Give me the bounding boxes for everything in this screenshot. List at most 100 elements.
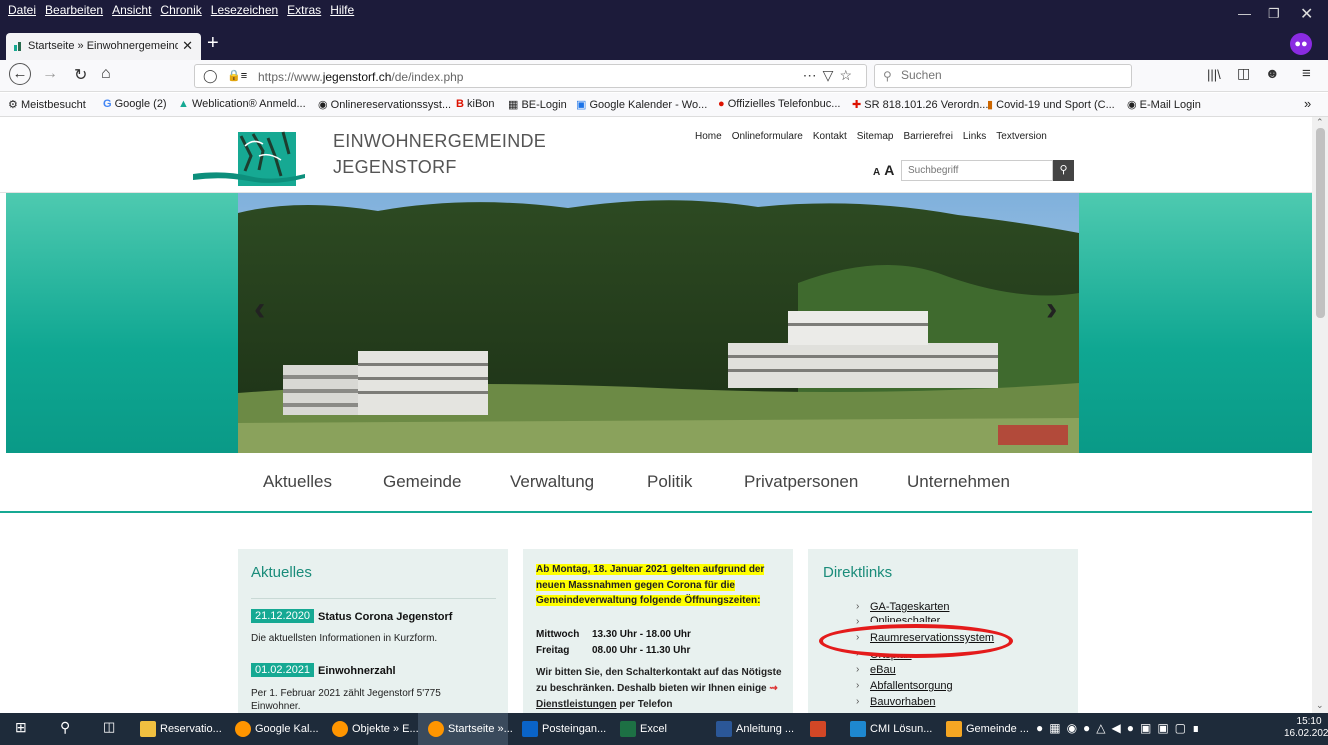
close-window-icon[interactable]: ✕	[1300, 4, 1313, 24]
bookmark-onlinereservation[interactable]: ◉ Onlinereservationssyst...	[318, 98, 451, 111]
news-date: 01.02.2021	[251, 663, 315, 677]
taskbar-item-active[interactable]: Startseite »...	[428, 721, 513, 737]
windows-start-icon[interactable]: ⊞	[15, 719, 27, 736]
library-icon[interactable]: |||\	[1207, 67, 1221, 82]
more-bookmarks-icon[interactable]: »	[1304, 96, 1311, 111]
topnav-links[interactable]: Links	[963, 131, 986, 142]
news-title[interactable]: Einwohnerzahl	[318, 665, 396, 677]
tracking-shield-icon[interactable]: ◯	[203, 68, 218, 84]
menu-lesezeichen[interactable]: Lesezeichen	[211, 3, 278, 17]
topnav-kontakt[interactable]: Kontakt	[813, 131, 847, 142]
mainnav-unternehmen[interactable]: Unternehmen	[907, 472, 1010, 492]
topnav-sitemap[interactable]: Sitemap	[857, 131, 894, 142]
bookmark-be-login[interactable]: ▦ BE-Login	[508, 98, 567, 111]
reload-icon[interactable]: ↻	[74, 65, 87, 85]
site-search-field[interactable]	[901, 160, 1053, 181]
bookmark-sr-verordnung[interactable]: ✚ SR 818.101.26 Verordn...	[852, 98, 988, 111]
system-tray[interactable]: ●▦◉●△◀●▣▣▢∎	[1036, 721, 1206, 735]
url-text[interactable]: https://www.jegenstorf.ch/de/index.php	[258, 70, 463, 84]
search-icon[interactable]: ⚲	[60, 719, 70, 736]
bookmark-covid-sport[interactable]: ▮ Covid-19 und Sport (C...	[987, 98, 1115, 111]
arrow-icon: ⇝	[769, 683, 778, 694]
menu-datei[interactable]: Datei	[8, 3, 36, 17]
mainnav-gemeinde[interactable]: Gemeinde	[383, 472, 461, 492]
site-name-line2[interactable]: JEGENSTORF	[333, 157, 457, 178]
menu-bearbeiten[interactable]: Bearbeiten	[45, 3, 103, 17]
cmi-icon	[850, 721, 866, 737]
taskbar-item[interactable]: Excel	[620, 721, 667, 737]
account-icon[interactable]: ☻	[1265, 65, 1280, 81]
dienstleistungen-link[interactable]: Dienstleistungen	[536, 699, 617, 710]
notice-day: Mittwoch	[536, 629, 580, 640]
direktlink-ga-tageskarten[interactable]: GA-Tageskarten	[870, 601, 949, 613]
back-icon[interactable]: ←	[9, 63, 31, 85]
site-logo-icon[interactable]	[193, 126, 305, 186]
minimize-icon[interactable]: —	[1238, 6, 1251, 21]
mainnav-privatpersonen[interactable]: Privatpersonen	[744, 472, 858, 492]
menu-extras[interactable]: Extras	[287, 3, 321, 17]
direktlink-abfallentsorgung[interactable]: Abfallentsorgung	[870, 680, 953, 692]
new-tab-icon[interactable]: +	[207, 32, 219, 55]
slider-prev-icon[interactable]: ‹	[254, 290, 265, 329]
bookmark-meistbesucht[interactable]: ⚙ Meistbesucht	[8, 98, 86, 111]
news-title[interactable]: Status Corona Jegenstorf	[318, 611, 452, 623]
tab-close-icon[interactable]: ✕	[182, 38, 193, 54]
browser-search-input[interactable]	[901, 68, 1121, 82]
scrollbar-thumb[interactable]	[1316, 128, 1325, 318]
clock[interactable]: 15:1016.02.2021	[1284, 716, 1328, 740]
font-big-button[interactable]: A	[884, 162, 894, 178]
hamburger-menu-icon[interactable]: ≡	[1302, 65, 1311, 82]
topnav-barrierefrei[interactable]: Barrierefrei	[903, 131, 952, 142]
site-search-input[interactable]	[902, 161, 1042, 176]
taskbar-item[interactable]: Objekte » E...	[332, 721, 419, 737]
taskbar-item[interactable]: Reservatio...	[140, 721, 222, 737]
page-actions-icon[interactable]: ⋯	[803, 67, 823, 83]
topnav-home[interactable]: Home	[695, 131, 722, 142]
globe-icon: ◉	[1127, 99, 1137, 111]
slider-next-icon[interactable]: ›	[1046, 290, 1057, 329]
search-icon: ⚲	[883, 69, 892, 83]
menu-hilfe[interactable]: Hilfe	[330, 3, 354, 17]
browser-search-bar[interactable]: ⚲	[874, 64, 1132, 88]
topnav-onlineformulare[interactable]: Onlineformulare	[732, 131, 803, 142]
bookmark-google[interactable]: G Google (2)	[103, 98, 167, 110]
home-icon[interactable]: ⌂	[101, 65, 111, 83]
tab-startseite[interactable]: Startseite » Einwohnergemeinde ✕	[6, 33, 201, 60]
bookmark-star-icon[interactable]: ☆	[839, 67, 858, 83]
mainnav-aktuelles[interactable]: Aktuelles	[263, 472, 332, 492]
direktlink-bauvorhaben[interactable]: Bauvorhaben	[870, 696, 935, 708]
mainnav-verwaltung[interactable]: Verwaltung	[510, 472, 594, 492]
url-bar[interactable]: ◯ 🔒≡ https://www.jegenstorf.ch/de/index.…	[194, 64, 867, 88]
taskbar-item[interactable]: Gemeinde ...	[946, 721, 1029, 737]
bookmark-google-kalender[interactable]: ▣ Google Kalender - Wo...	[576, 98, 707, 111]
task-view-icon[interactable]: ◫	[103, 719, 115, 735]
lock-icon[interactable]: 🔒≡	[227, 69, 247, 82]
news-text: Per 1. Februar 2021 zählt Jegenstorf 5'7…	[251, 688, 441, 712]
sidebar-icon[interactable]: ◫	[1237, 65, 1250, 82]
taskbar-item[interactable]: Google Kal...	[235, 721, 319, 737]
bookmark-weblication[interactable]: ▲ Weblication® Anmeld...	[178, 98, 306, 110]
pocket-icon[interactable]: ▽	[823, 67, 840, 83]
bookmark-kibon[interactable]: B kiBon	[456, 98, 495, 110]
mainnav-politik[interactable]: Politik	[647, 472, 692, 492]
site-name-line1[interactable]: EINWOHNERGEMEINDE	[333, 131, 546, 152]
restore-icon[interactable]: ❐	[1268, 6, 1280, 22]
taskbar-item[interactable]: CMI Lösun...	[850, 721, 932, 737]
taskbar-item[interactable]: Anleitung ...	[716, 721, 794, 737]
direktlink-ebau[interactable]: eBau	[870, 664, 896, 676]
menu-chronik[interactable]: Chronik	[160, 3, 201, 17]
site-search-button[interactable]: ⚲	[1053, 160, 1074, 181]
taskbar-item[interactable]: Posteingan...	[522, 721, 606, 737]
tray-icons: ●▦◉●△◀●▣▣▢∎	[1036, 721, 1206, 735]
taskbar-item[interactable]	[810, 721, 830, 737]
scroll-down-icon[interactable]: ⌄	[1316, 700, 1324, 711]
scroll-up-icon[interactable]: ⌃	[1316, 117, 1324, 128]
forward-icon[interactable]: →	[42, 65, 58, 83]
bookmark-email-login[interactable]: ◉ E-Mail Login	[1127, 98, 1201, 111]
direktlink-onlineschalter[interactable]: Onlineschalter	[870, 615, 940, 622]
menu-ansicht[interactable]: Ansicht	[112, 3, 151, 17]
font-small-button[interactable]: A	[873, 167, 880, 178]
gear-icon: ⚙	[8, 99, 18, 111]
topnav-textversion[interactable]: Textversion	[996, 131, 1047, 142]
bookmark-telefonbuch[interactable]: ● Offizielles Telefonbuc...	[718, 98, 840, 110]
